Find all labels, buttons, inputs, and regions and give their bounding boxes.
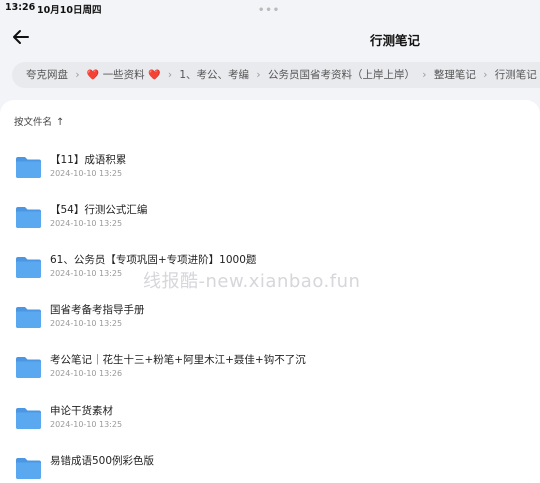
- heart-icon: ❤️: [148, 70, 161, 81]
- file-modified-time: 2024-10-10 13:25: [50, 420, 123, 429]
- breadcrumb-item-current[interactable]: 行测笔记: [495, 69, 537, 81]
- file-row[interactable]: 国省考备考指导手册 2024-10-10 13:25: [0, 299, 540, 345]
- folder-icon: [16, 458, 41, 479]
- folder-icon: [16, 408, 41, 429]
- folder-icon: [16, 157, 41, 178]
- chevron-right-icon: ›: [422, 69, 427, 81]
- watermark: 线报酷-new.xianbao.fun: [143, 271, 361, 292]
- chevron-right-icon: ›: [256, 69, 261, 81]
- page-title: 行测笔记: [369, 33, 420, 48]
- breadcrumb: 夸克网盘 › ❤️ 一些资料 ❤️ › 1、考公、考编 › 公务员国省考资料（上…: [12, 62, 540, 88]
- multitasking-dots[interactable]: •••: [258, 5, 280, 16]
- breadcrumb-item-exam[interactable]: 1、考公、考编: [179, 69, 249, 81]
- sort-arrow-icon: ↑: [56, 117, 65, 128]
- breadcrumb-item-civil-service[interactable]: 公务员国省考资料（上岸上岸）: [268, 69, 415, 81]
- nav-bar: 行测笔记: [0, 22, 540, 56]
- file-row[interactable]: 易错成语500例彩色版: [0, 450, 540, 483]
- status-bar: 13:26 10月10日周四 •••: [0, 0, 540, 16]
- sort-label: 按文件名: [14, 117, 53, 128]
- file-row[interactable]: 申论干货素材 2024-10-10 13:25: [0, 400, 540, 446]
- heart-icon: ❤️: [86, 70, 100, 81]
- breadcrumb-item-notes[interactable]: 整理笔记: [434, 69, 476, 81]
- back-button[interactable]: [10, 26, 32, 48]
- folder-icon: [16, 357, 41, 378]
- file-name: 【54】行测公式汇编: [50, 204, 148, 216]
- file-name: 61、公务员【专项巩固+专项进阶】1000题: [50, 254, 257, 266]
- file-modified-time: 2024-10-10 13:25: [50, 219, 123, 228]
- folder-icon: [16, 207, 41, 228]
- chevron-right-icon: ›: [75, 69, 80, 81]
- file-name: 【11】成语积累: [50, 154, 127, 166]
- file-name: 申论干货素材: [50, 405, 113, 417]
- arrow-left-icon: [13, 30, 29, 44]
- status-date: 10月10日周四: [37, 5, 102, 16]
- file-name: 考公笔记｜花生十三+粉笔+阿里木江+聂佳+钩不了沉: [50, 354, 306, 366]
- status-time: 13:26: [5, 2, 36, 13]
- file-row[interactable]: 【54】行测公式汇编 2024-10-10 13:25: [0, 199, 540, 245]
- folder-icon: [16, 257, 41, 278]
- file-modified-time: 2024-10-10 13:25: [50, 319, 123, 328]
- chevron-right-icon: ›: [483, 69, 488, 81]
- file-name: 国省考备考指导手册: [50, 304, 145, 316]
- file-row[interactable]: 考公笔记｜花生十三+粉笔+阿里木江+聂佳+钩不了沉 2024-10-10 13:2…: [0, 349, 540, 395]
- file-row[interactable]: 【11】成语积累 2024-10-10 13:25: [0, 149, 540, 195]
- file-modified-time: 2024-10-10 13:25: [50, 169, 123, 178]
- chevron-right-icon: ›: [167, 69, 173, 81]
- file-modified-time: 2024-10-10 13:26: [50, 369, 123, 378]
- file-name: 易错成语500例彩色版: [50, 455, 155, 467]
- breadcrumb-item-materials[interactable]: 一些资料: [103, 69, 145, 81]
- folder-icon: [16, 307, 41, 328]
- sort-button[interactable]: 按文件名 ↑: [14, 114, 64, 128]
- breadcrumb-item-quark[interactable]: 夸克网盘: [26, 69, 68, 81]
- file-modified-time: 2024-10-10 13:25: [50, 269, 123, 278]
